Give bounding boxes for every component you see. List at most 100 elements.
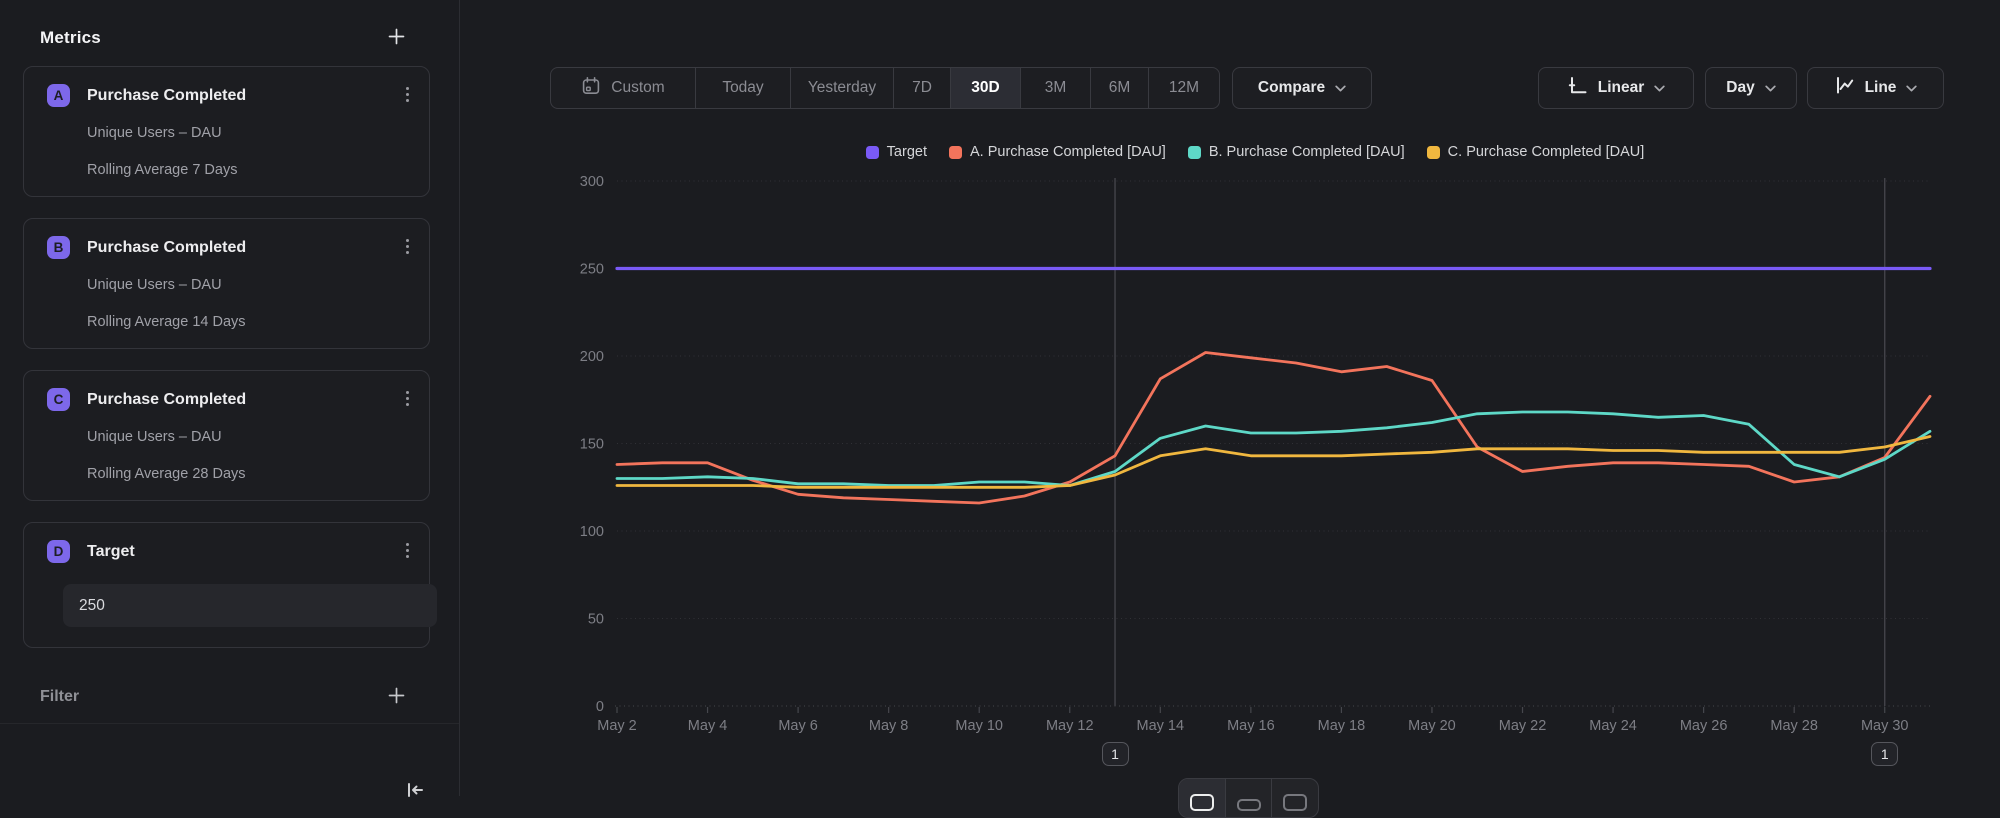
legend-swatch [1188,146,1201,159]
collapse-sidebar-button[interactable] [402,778,428,805]
legend-label: A. Purchase Completed [DAU] [970,144,1166,160]
legend-swatch [1427,146,1440,159]
metric-title: Purchase Completed [87,239,246,257]
metric-card-b[interactable]: B Purchase Completed Unique Users – DAU … [23,218,430,349]
svg-text:May 16: May 16 [1227,718,1275,734]
panel-view-chart-button[interactable] [1179,779,1226,817]
add-filter-button[interactable] [386,685,407,709]
panel-view-table-button[interactable] [1272,779,1318,817]
metric-measure: Unique Users – DAU [87,429,411,445]
range-label: Custom [611,79,664,97]
plus-icon [388,28,405,48]
chevron-down-icon [1654,79,1665,97]
target-value-input[interactable] [63,584,437,627]
range-custom-button[interactable]: Custom [551,68,696,108]
interval-label: Day [1726,79,1754,97]
panel-view-split-button[interactable] [1226,779,1273,817]
svg-text:May 18: May 18 [1318,718,1366,734]
kebab-menu-icon[interactable] [400,235,415,258]
kebab-menu-icon[interactable] [400,83,415,106]
compare-dropdown-button[interactable]: Compare [1232,67,1372,109]
metric-badge-c: C [47,388,70,411]
panel-view-switcher [1178,778,1319,818]
metric-transform: Rolling Average 7 Days [87,162,411,178]
range-30d-button[interactable]: 30D [951,68,1021,108]
legend-swatch [866,146,879,159]
chart-canvas: 050100150200250300May 2May 4May 6May 8Ma… [560,170,1950,770]
svg-text:May 28: May 28 [1770,718,1818,734]
svg-text:300: 300 [580,174,604,190]
add-metric-button[interactable] [386,26,407,50]
chart-type-dropdown-button[interactable]: Line [1807,67,1944,109]
metric-transform: Rolling Average 28 Days [87,466,411,482]
plus-icon [388,687,405,707]
collapse-left-icon [404,780,426,803]
chevron-down-icon [1906,79,1917,97]
range-6m-button[interactable]: 6M [1091,68,1149,108]
svg-text:May 8: May 8 [869,718,909,734]
metrics-section-title: Metrics [40,28,101,48]
svg-text:100: 100 [580,524,604,540]
filter-section-title: Filter [40,688,79,706]
metric-transform: Rolling Average 14 Days [87,314,411,330]
svg-text:150: 150 [580,437,604,453]
metric-title: Purchase Completed [87,391,246,409]
kebab-menu-icon[interactable] [400,387,415,410]
scale-dropdown-button[interactable]: Linear [1538,67,1694,109]
range-label: 12M [1169,79,1199,97]
legend-item-target[interactable]: Target [866,144,927,160]
legend-label: C. Purchase Completed [DAU] [1448,144,1645,160]
line-chart-icon [1834,75,1855,101]
range-label: 3M [1045,79,1067,97]
legend-item-c[interactable]: C. Purchase Completed [DAU] [1427,144,1645,160]
chevron-down-icon [1335,79,1346,97]
chart-legend: Target A. Purchase Completed [DAU] B. Pu… [560,144,1950,160]
interval-dropdown-button[interactable]: Day [1705,67,1797,109]
scale-label: Linear [1598,79,1645,97]
svg-text:200: 200 [580,349,604,365]
range-3m-button[interactable]: 3M [1021,68,1091,108]
range-label: 30D [971,79,999,97]
date-range-segmented-control: Custom Today Yesterday 7D 30D 3M 6M 12M [550,67,1220,109]
range-today-button[interactable]: Today [696,68,791,108]
range-12m-button[interactable]: 12M [1149,68,1219,108]
svg-text:May 20: May 20 [1408,718,1456,734]
target-card[interactable]: D Target [23,522,430,648]
annotation-marker-1[interactable]: 1 [1102,742,1129,766]
kebab-menu-icon[interactable] [400,539,415,562]
metric-title: Purchase Completed [87,87,246,105]
metric-card-a[interactable]: A Purchase Completed Unique Users – DAU … [23,66,430,197]
range-7d-button[interactable]: 7D [894,68,951,108]
metric-badge-a: A [47,84,70,107]
chart-type-label: Line [1865,79,1897,97]
calendar-icon [581,76,601,101]
range-yesterday-button[interactable]: Yesterday [791,68,894,108]
svg-text:May 14: May 14 [1137,718,1185,734]
sidebar-divider [0,723,459,724]
linear-scale-icon [1567,75,1588,101]
panel-icon [1283,794,1307,811]
range-label: Yesterday [808,79,876,97]
metric-badge-d: D [47,540,70,563]
panel-icon [1190,794,1214,811]
svg-text:May 6: May 6 [778,718,818,734]
chevron-down-icon [1765,79,1776,97]
metric-card-c[interactable]: C Purchase Completed Unique Users – DAU … [23,370,430,501]
metric-measure: Unique Users – DAU [87,277,411,293]
svg-text:250: 250 [580,262,604,278]
legend-item-b[interactable]: B. Purchase Completed [DAU] [1188,144,1405,160]
compare-label: Compare [1258,79,1325,97]
target-title: Target [87,543,135,561]
metrics-sidebar: Metrics A Purchase Completed Unique User… [0,0,460,796]
legend-item-a[interactable]: A. Purchase Completed [DAU] [949,144,1166,160]
metric-measure: Unique Users – DAU [87,125,411,141]
svg-text:May 4: May 4 [688,718,728,734]
svg-text:May 30: May 30 [1861,718,1909,734]
svg-text:May 12: May 12 [1046,718,1094,734]
legend-swatch [949,146,962,159]
panel-icon [1237,799,1261,811]
svg-text:May 22: May 22 [1499,718,1547,734]
svg-text:May 2: May 2 [597,718,637,734]
range-label: 6M [1109,79,1131,97]
annotation-marker-2[interactable]: 1 [1871,742,1898,766]
